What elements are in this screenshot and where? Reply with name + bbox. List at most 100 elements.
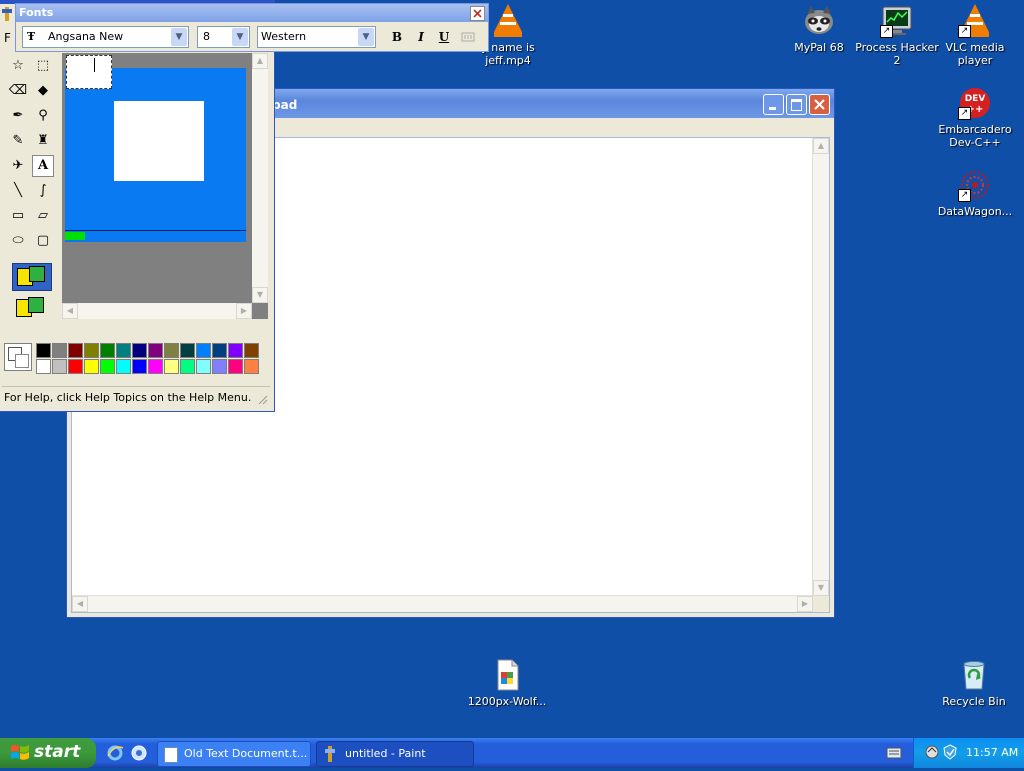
- browser-quicklaunch-icon[interactable]: [130, 744, 148, 762]
- airbrush-icon[interactable]: ✈: [7, 155, 29, 177]
- clock[interactable]: 11:57 AM: [966, 746, 1018, 759]
- fill-bucket-icon[interactable]: ◆: [32, 80, 54, 102]
- paint-canvas-area[interactable]: ▲ ▼ ◀ ▶: [62, 53, 268, 319]
- scroll-down-icon[interactable]: ▼: [252, 287, 268, 303]
- palette-color-swatch[interactable]: [180, 359, 195, 374]
- transparent-option-icon[interactable]: [12, 295, 50, 321]
- italic-button[interactable]: I: [412, 28, 430, 46]
- fonts-close-button[interactable]: [470, 6, 485, 21]
- palette-color-swatch[interactable]: [244, 343, 259, 358]
- task-untitled-paint[interactable]: untitled - Paint: [316, 741, 474, 767]
- scroll-left-icon[interactable]: ◀: [62, 303, 78, 319]
- background-color-swatch[interactable]: [15, 354, 29, 368]
- resize-grip-icon[interactable]: [813, 596, 829, 612]
- palette-color-swatch[interactable]: [100, 359, 115, 374]
- shortcut-arrow-icon: ↗: [880, 25, 893, 38]
- polygon-icon[interactable]: ▱: [32, 205, 54, 227]
- palette-color-swatch[interactable]: [212, 343, 227, 358]
- palette-color-swatch[interactable]: [132, 343, 147, 358]
- horizontal-scrollbar[interactable]: ◀ ▶: [72, 595, 813, 612]
- free-select-icon[interactable]: ☆: [7, 55, 29, 77]
- minimize-button[interactable]: [763, 94, 784, 115]
- chevron-down-icon[interactable]: ▼: [358, 28, 374, 46]
- palette-color-swatch[interactable]: [164, 359, 179, 374]
- palette-color-swatch[interactable]: [68, 343, 83, 358]
- desktop-icon-mypal[interactable]: MyPal 68: [777, 4, 861, 54]
- magnifier-icon[interactable]: ⚲: [32, 105, 54, 127]
- palette-color-swatch[interactable]: [228, 343, 243, 358]
- paint-menu-file[interactable]: F: [4, 31, 11, 45]
- font-size-select[interactable]: 8 ▼: [197, 26, 250, 48]
- paint-window[interactable]: F ☆ ⬚ ⌫ ◆ ✒ ⚲ ✎ ♜ ✈ A ╲ ∫ ▭ ▱ ⬭ ▢ ▲ ▼ ◀ …: [0, 0, 275, 412]
- palette-color-swatch[interactable]: [84, 359, 99, 374]
- close-button[interactable]: [809, 94, 830, 115]
- palette-color-swatch[interactable]: [36, 343, 51, 358]
- current-colors-box[interactable]: [4, 343, 32, 371]
- task-old-text-document[interactable]: Old Text Document.t...: [157, 741, 311, 767]
- font-name-select[interactable]: Ŧ Angsana New ▼: [22, 26, 189, 48]
- palette-color-swatch[interactable]: [52, 343, 67, 358]
- paint-horizontal-scrollbar[interactable]: ◀ ▶: [62, 303, 252, 319]
- palette-color-swatch[interactable]: [196, 343, 211, 358]
- brush-icon[interactable]: ♜: [32, 130, 54, 152]
- color-picker-icon[interactable]: ✒: [7, 105, 29, 127]
- palette-color-swatch[interactable]: [164, 343, 179, 358]
- keyboard-icon[interactable]: [886, 746, 902, 760]
- curve-icon[interactable]: ∫: [32, 180, 54, 202]
- palette-color-swatch[interactable]: [196, 359, 211, 374]
- desktop-icon-process-hacker[interactable]: ↗ Process Hacker 2: [855, 4, 939, 67]
- palette-color-swatch[interactable]: [100, 343, 115, 358]
- palette-color-swatch[interactable]: [212, 359, 227, 374]
- paint-vertical-scrollbar[interactable]: ▲ ▼: [252, 53, 268, 303]
- paint-canvas[interactable]: [65, 68, 246, 242]
- scroll-right-icon[interactable]: ▶: [797, 596, 813, 612]
- palette-color-swatch[interactable]: [116, 359, 131, 374]
- scroll-right-icon[interactable]: ▶: [236, 303, 252, 319]
- desktop-icon-datawagon[interactable]: ↗ DataWagon...: [933, 168, 1017, 218]
- line-icon[interactable]: ╲: [7, 180, 29, 202]
- vertical-text-button[interactable]: [459, 28, 477, 46]
- palette-color-swatch[interactable]: [116, 343, 131, 358]
- ellipse-icon[interactable]: ⬭: [7, 230, 29, 252]
- palette-color-swatch[interactable]: [68, 359, 83, 374]
- rect-select-icon[interactable]: ⬚: [32, 55, 54, 77]
- network-icon[interactable]: [924, 744, 940, 760]
- fonts-title-bar[interactable]: Fonts: [16, 4, 488, 22]
- scroll-up-icon[interactable]: ▲: [813, 138, 829, 154]
- fonts-toolbar[interactable]: Fonts Ŧ Angsana New ▼ 8 ▼ Western ▼ B I …: [15, 3, 489, 52]
- maximize-button[interactable]: [786, 94, 807, 115]
- palette-color-swatch[interactable]: [228, 359, 243, 374]
- palette-color-swatch[interactable]: [244, 359, 259, 374]
- pencil-icon[interactable]: ✎: [7, 130, 29, 152]
- palette-color-swatch[interactable]: [148, 343, 163, 358]
- palette-color-swatch[interactable]: [148, 359, 163, 374]
- desktop-icon-recycle-bin[interactable]: Recycle Bin: [932, 658, 1016, 708]
- scroll-down-icon[interactable]: ▼: [813, 580, 829, 596]
- palette-color-swatch[interactable]: [132, 359, 147, 374]
- opaque-option-icon[interactable]: [12, 263, 52, 291]
- scroll-left-icon[interactable]: ◀: [72, 596, 88, 612]
- chevron-down-icon[interactable]: ▼: [171, 28, 187, 46]
- underline-button[interactable]: U: [435, 28, 453, 46]
- palette-color-swatch[interactable]: [36, 359, 51, 374]
- chevron-down-icon[interactable]: ▼: [232, 28, 248, 46]
- rectangle-icon[interactable]: ▭: [7, 205, 29, 227]
- desktop-icon-vlc[interactable]: ↗ VLC media player: [933, 4, 1017, 67]
- palette-color-swatch[interactable]: [180, 343, 195, 358]
- internet-explorer-icon[interactable]: [106, 744, 124, 762]
- palette-color-swatch[interactable]: [84, 343, 99, 358]
- start-button[interactable]: start: [0, 738, 96, 768]
- eraser-icon[interactable]: ⌫: [7, 80, 29, 102]
- text-box-selection[interactable]: [66, 55, 112, 89]
- desktop-icon-devcpp[interactable]: DEV ++ ↗ Embarcadero Dev-C++: [933, 86, 1017, 149]
- resize-grip-icon[interactable]: [258, 395, 268, 405]
- desktop-icon-wolf-image[interactable]: 1200px-Wolf...: [465, 658, 549, 708]
- font-script-select[interactable]: Western ▼: [257, 26, 376, 48]
- security-shield-icon[interactable]: [942, 744, 958, 760]
- rounded-rect-icon[interactable]: ▢: [32, 230, 54, 252]
- text-tool-icon[interactable]: A: [32, 155, 54, 177]
- bold-button[interactable]: B: [388, 28, 406, 46]
- palette-color-swatch[interactable]: [52, 359, 67, 374]
- vertical-scrollbar[interactable]: ▲ ▼: [812, 138, 829, 596]
- scroll-up-icon[interactable]: ▲: [252, 53, 268, 69]
